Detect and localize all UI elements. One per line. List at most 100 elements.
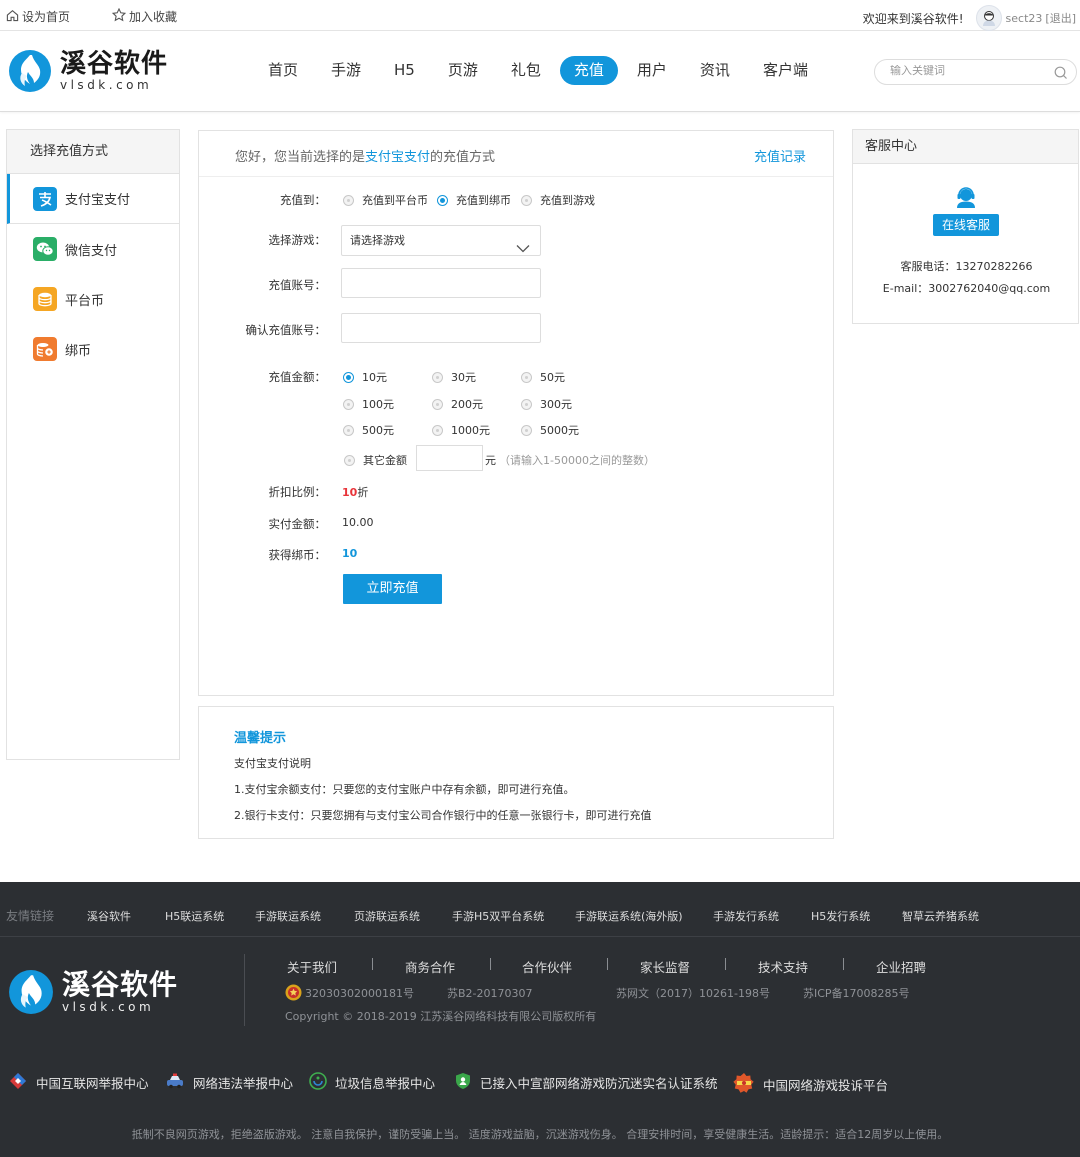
police-record[interactable]: 32030302000181号 xyxy=(305,985,414,1001)
confirm-account-input[interactable] xyxy=(341,313,541,343)
footer-nav-about[interactable]: 关于我们 xyxy=(287,957,337,976)
amount-option-300[interactable]: 300元 xyxy=(521,396,572,412)
friend-link[interactable]: H5发行系统 xyxy=(811,908,870,924)
nav-client[interactable]: 客户端 xyxy=(749,56,822,85)
sidebar-item-label: 绑币 xyxy=(65,343,92,359)
nav-mobile-games[interactable]: 手游 xyxy=(317,56,375,85)
radio-button[interactable] xyxy=(343,398,354,410)
amount-option-50[interactable]: 50元 xyxy=(521,369,565,385)
friend-link[interactable]: 手游联运系统 xyxy=(255,908,321,924)
radio-button[interactable] xyxy=(344,454,355,466)
target-option-platform-coin[interactable]: 充值到平台币 xyxy=(343,192,428,208)
report-link-anti-addiction[interactable]: 已接入中宣部网络游戏防沉迷实名认证系统 xyxy=(454,1072,718,1093)
friend-link[interactable]: 溪谷软件 xyxy=(87,908,131,924)
divider xyxy=(725,958,726,970)
sidebar-item-platform-coin[interactable]: 平台币 xyxy=(7,274,179,324)
friend-link[interactable]: 页游联运系统 xyxy=(354,908,420,924)
amount-option-10[interactable]: 10元 xyxy=(343,369,387,385)
add-favorite-link[interactable]: 加入收藏 xyxy=(111,7,177,25)
discount-label: 折扣比例： xyxy=(268,485,327,499)
home-icon xyxy=(6,9,19,25)
report-link-spam[interactable]: 垃圾信息举报中心 xyxy=(309,1072,435,1093)
top-bar: 设为首页 加入收藏 欢迎来到溪谷软件! sect23 [退出] xyxy=(0,0,1080,31)
amount-option-100[interactable]: 100元 xyxy=(343,396,394,412)
amount-option-200[interactable]: 200元 xyxy=(432,396,483,412)
footer-logo[interactable]: 溪谷软件 vlsdk.com xyxy=(8,969,178,1015)
net-culture-license[interactable]: 苏网文（2017）10261-198号 xyxy=(616,985,770,1001)
icp-b2[interactable]: 苏B2-20170307 xyxy=(447,985,533,1001)
tips-title: 温馨提示 xyxy=(234,731,287,746)
tips-line: 支付宝支付说明 xyxy=(234,757,311,770)
radio-button[interactable] xyxy=(521,424,532,436)
nav-h5[interactable]: H5 xyxy=(380,56,429,85)
footer-nav-business[interactable]: 商务合作 xyxy=(405,957,455,976)
sidebar-title: 选择充值方式 xyxy=(7,130,179,174)
friend-link[interactable]: 手游H5双平台系统 xyxy=(452,908,544,924)
username[interactable]: sect23 xyxy=(1006,12,1043,25)
friend-link[interactable]: H5联运系统 xyxy=(165,908,224,924)
target-option-bound-coin[interactable]: 充值到绑币 xyxy=(437,192,511,208)
logo-icon xyxy=(9,970,53,1014)
game-select[interactable]: 请选择游戏 xyxy=(341,225,541,256)
avatar[interactable] xyxy=(975,5,1002,31)
sidebar-item-alipay[interactable]: 支付宝支付 xyxy=(7,174,179,224)
footer-nav-jobs[interactable]: 企业招聘 xyxy=(876,957,926,976)
radio-button[interactable] xyxy=(521,371,532,383)
target-option-game[interactable]: 充值到游戏 xyxy=(521,192,595,208)
site-logo[interactable]: 溪谷软件 vlsdk.com xyxy=(8,49,168,93)
icp-record[interactable]: 苏ICP备17008285号 xyxy=(803,985,910,1001)
amount-option-5000[interactable]: 5000元 xyxy=(521,422,579,438)
friend-link[interactable]: 智草云养猪系统 xyxy=(902,908,979,924)
radio-button[interactable] xyxy=(521,194,532,206)
radio-button[interactable] xyxy=(343,194,354,206)
sidebar-item-bound-coin[interactable]: 绑币 xyxy=(7,324,179,374)
report-link-internet[interactable]: 中国互联网举报中心 xyxy=(8,1072,149,1093)
radio-button[interactable] xyxy=(432,371,443,383)
search-icon[interactable] xyxy=(1054,66,1068,83)
site-footer: 友情链接 溪谷软件 H5联运系统 手游联运系统 页游联运系统 手游H5双平台系统… xyxy=(0,882,1080,1157)
nav-home[interactable]: 首页 xyxy=(254,56,312,85)
radio-button[interactable] xyxy=(343,371,354,383)
radio-button[interactable] xyxy=(343,424,354,436)
footer-nav-partners[interactable]: 合作伙伴 xyxy=(522,957,572,976)
footer-nav-parental[interactable]: 家长监督 xyxy=(640,957,690,976)
radio-button[interactable] xyxy=(437,194,448,206)
amount-option-30[interactable]: 30元 xyxy=(432,369,476,385)
amount-label: 充值金额： xyxy=(268,370,327,384)
brand-domain: vlsdk.com xyxy=(62,1000,155,1014)
nav-user[interactable]: 用户 xyxy=(623,56,681,85)
friend-link[interactable]: 手游发行系统 xyxy=(713,908,779,924)
nav-recharge[interactable]: 充值 xyxy=(559,56,618,85)
recharge-records-link[interactable]: 充值记录 xyxy=(754,146,806,165)
online-service-button[interactable]: 在线客服 xyxy=(933,214,999,236)
radio-button[interactable] xyxy=(432,424,443,436)
nav-gifts[interactable]: 礼包 xyxy=(497,56,555,85)
sidebar-item-wechat[interactable]: 微信支付 xyxy=(7,224,179,274)
amount-option-other[interactable]: 其它金额 xyxy=(344,452,407,468)
brand-domain: vlsdk.com xyxy=(60,78,153,92)
amount-option-1000[interactable]: 1000元 xyxy=(432,422,490,438)
radio-button[interactable] xyxy=(432,398,443,410)
form-header: 您好，您当前选择的是支付宝支付的充值方式 充值记录 xyxy=(199,131,833,177)
report-link-illegal[interactable]: 网络违法举报中心 xyxy=(165,1072,293,1093)
service-email: E-mail：3002762040@qq.com xyxy=(882,282,1051,295)
other-amount-input[interactable] xyxy=(416,445,483,471)
set-home-link[interactable]: 设为首页 xyxy=(6,8,70,25)
account-input[interactable] xyxy=(341,268,541,298)
nav-web-games[interactable]: 页游 xyxy=(434,56,492,85)
actual-payment-value: 10.00 xyxy=(342,516,374,529)
radio-button[interactable] xyxy=(521,398,532,410)
report-link-game-complaint[interactable]: 中国网络游戏投诉平台 xyxy=(733,1072,888,1097)
target-label: 充值到： xyxy=(280,193,326,207)
nav-news[interactable]: 资讯 xyxy=(686,56,744,85)
search-input[interactable] xyxy=(890,65,1040,77)
recharge-now-button[interactable]: 立即充值 xyxy=(343,574,442,604)
police-car-icon xyxy=(165,1072,185,1093)
footer-nav-support[interactable]: 技术支持 xyxy=(758,957,808,976)
account-label: 充值账号： xyxy=(268,278,327,292)
amount-option-500[interactable]: 500元 xyxy=(343,422,394,438)
site-header: 溪谷软件 vlsdk.com 首页 手游 H5 页游 礼包 充值 用户 资讯 客… xyxy=(0,31,1080,112)
friend-link[interactable]: 手游联运系统(海外版) xyxy=(575,908,683,924)
divider xyxy=(843,958,844,970)
logout-link[interactable]: [退出] xyxy=(1045,10,1076,26)
